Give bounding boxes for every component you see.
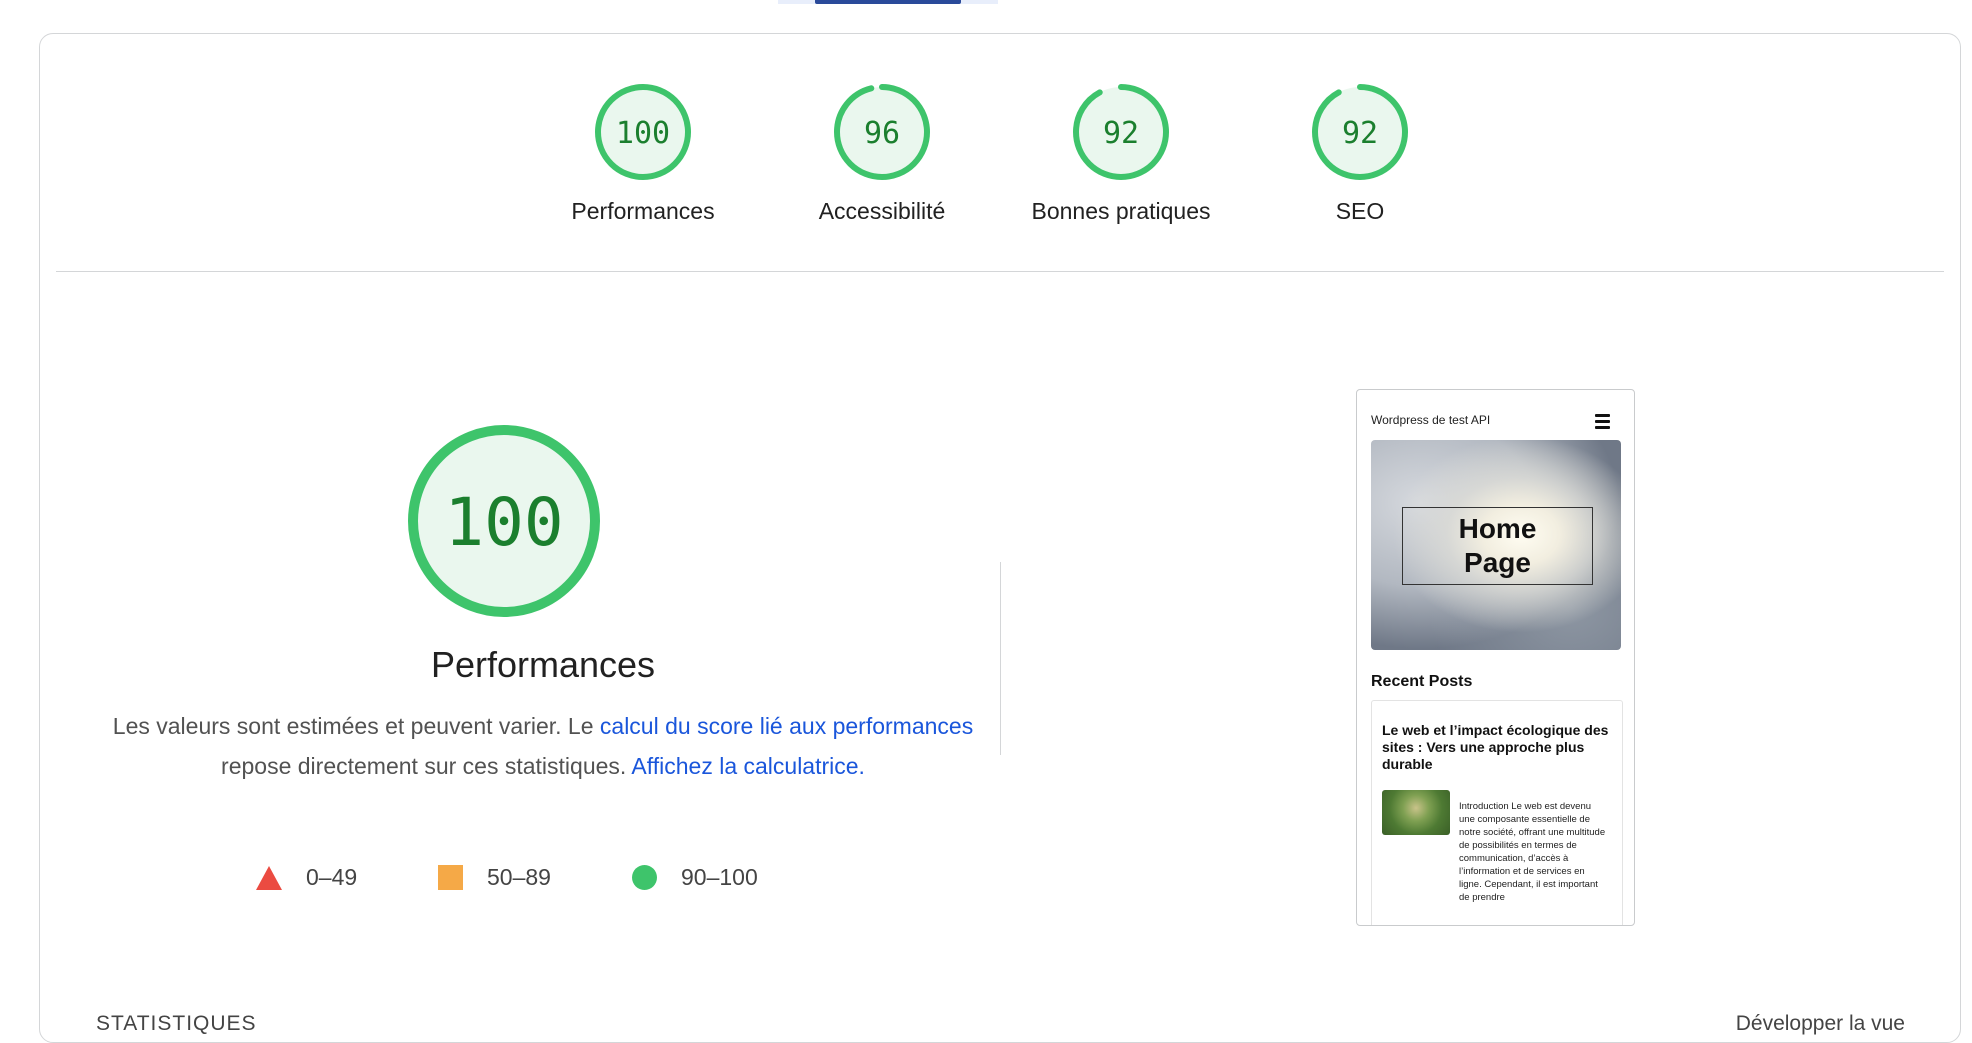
statistics-heading: STATISTIQUES: [96, 1012, 257, 1035]
score-gauges: 100 Performances 96 Accessibilité 92 Bon…: [40, 34, 1960, 304]
recent-posts-heading: Recent Posts: [1371, 673, 1473, 690]
legend-range: 50–89: [487, 864, 551, 890]
hero-heading: Home Page: [1402, 507, 1593, 585]
hero-line: Home: [1458, 513, 1537, 544]
gauge-ring: 92: [1312, 84, 1408, 180]
performance-score-gauge: 100: [406, 423, 602, 624]
gauge-accessibilite[interactable]: 96 Accessibilité: [782, 82, 982, 225]
post-thumbnail: [1382, 790, 1450, 835]
gauge-score: 92: [1342, 116, 1378, 151]
gauge-score: 92: [1103, 116, 1139, 151]
gauge-label: Bonnes pratiques: [1031, 198, 1211, 224]
score-legend: 0–49 50–89 90–100: [40, 864, 1040, 894]
section-divider: [56, 271, 1944, 272]
gauge-performances[interactable]: 100 Performances: [543, 82, 743, 225]
active-tab-indicator[interactable]: [815, 0, 961, 4]
triangle-icon: [256, 865, 282, 890]
gauge-label: Performances: [571, 198, 715, 224]
gauge-ring: 92: [1073, 84, 1169, 180]
gauge-ring: 96: [834, 84, 930, 180]
gauge-ring: 100: [595, 84, 691, 180]
performance-description: Les valeurs sont estimées et peuvent var…: [100, 706, 986, 786]
vertical-divider: [1000, 562, 1001, 755]
gauge-label: Accessibilité: [818, 198, 946, 224]
description-text: Les valeurs sont estimées et peuvent var…: [112, 713, 600, 739]
gauge-bonnes-pratiques[interactable]: 92 Bonnes pratiques: [1021, 82, 1221, 225]
performance-score: 100: [444, 484, 563, 561]
hero-line: Page: [1464, 547, 1531, 578]
post-card: Le web et l’impact écologique des sites …: [1371, 700, 1623, 925]
gauge-label: SEO: [1335, 198, 1385, 224]
big-gauge-ring: 100: [408, 425, 600, 617]
hero-image: Home Page: [1371, 440, 1621, 650]
post-title: Le web et l’impact écologique des sites …: [1382, 722, 1609, 772]
legend-range: 90–100: [681, 864, 758, 890]
description-text: repose directement sur ces statistiques.: [221, 753, 632, 779]
legend-range: 0–49: [306, 864, 358, 890]
legend-item-pass: 90–100: [632, 864, 758, 891]
calculator-link[interactable]: Affichez la calculatrice.: [631, 753, 865, 779]
expand-view-button[interactable]: Développer la vue: [1736, 1012, 1905, 1036]
gauge-score: 100: [616, 116, 670, 151]
report-card: 100 Performances 96 Accessibilité 92 Bon…: [39, 33, 1961, 1043]
final-screenshot[interactable]: Wordpress de test API Home Page Recent P…: [1356, 389, 1635, 926]
legend-item-fail: 0–49: [256, 864, 357, 891]
legend-item-average: 50–89: [438, 864, 551, 891]
score-calculation-link[interactable]: calcul du score lié aux performances: [600, 713, 973, 739]
gauge-seo[interactable]: 92 SEO: [1260, 82, 1460, 225]
performance-title: Performances: [430, 644, 656, 685]
site-title: Wordpress de test API: [1371, 413, 1491, 427]
circle-icon: [632, 865, 657, 890]
gauge-score: 96: [864, 116, 900, 151]
square-icon: [438, 865, 463, 890]
post-excerpt: Introduction Le web est devenu une compo…: [1459, 801, 1606, 903]
hamburger-menu-icon: [1595, 414, 1610, 430]
